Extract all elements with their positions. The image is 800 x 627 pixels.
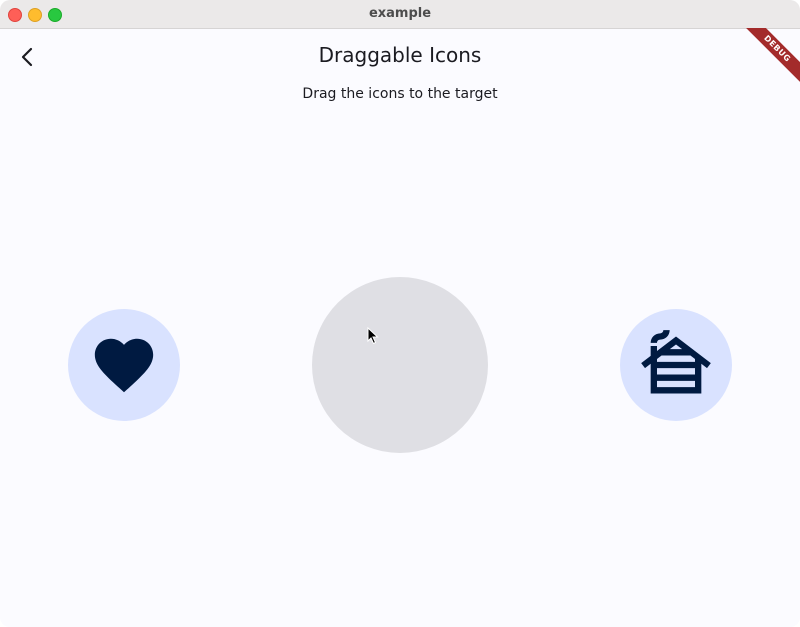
- heart-icon: [94, 338, 154, 393]
- window-titlebar: example: [0, 0, 800, 29]
- instruction-text: Drag the icons to the target: [302, 86, 498, 102]
- cabin-icon: [641, 330, 711, 394]
- app-window: example Draggable Icons Drag the icons t…: [0, 0, 800, 627]
- app-content: Draggable Icons Drag the icons to the ta…: [0, 29, 800, 627]
- app-bar: Draggable Icons: [0, 29, 800, 85]
- draggable-heart[interactable]: [68, 309, 180, 421]
- drop-target[interactable]: [312, 277, 488, 453]
- window-title: example: [368, 6, 432, 21]
- draggable-cabin[interactable]: [620, 309, 732, 421]
- page-title: Draggable Icons: [318, 43, 482, 67]
- mouse-cursor-icon: [367, 327, 379, 345]
